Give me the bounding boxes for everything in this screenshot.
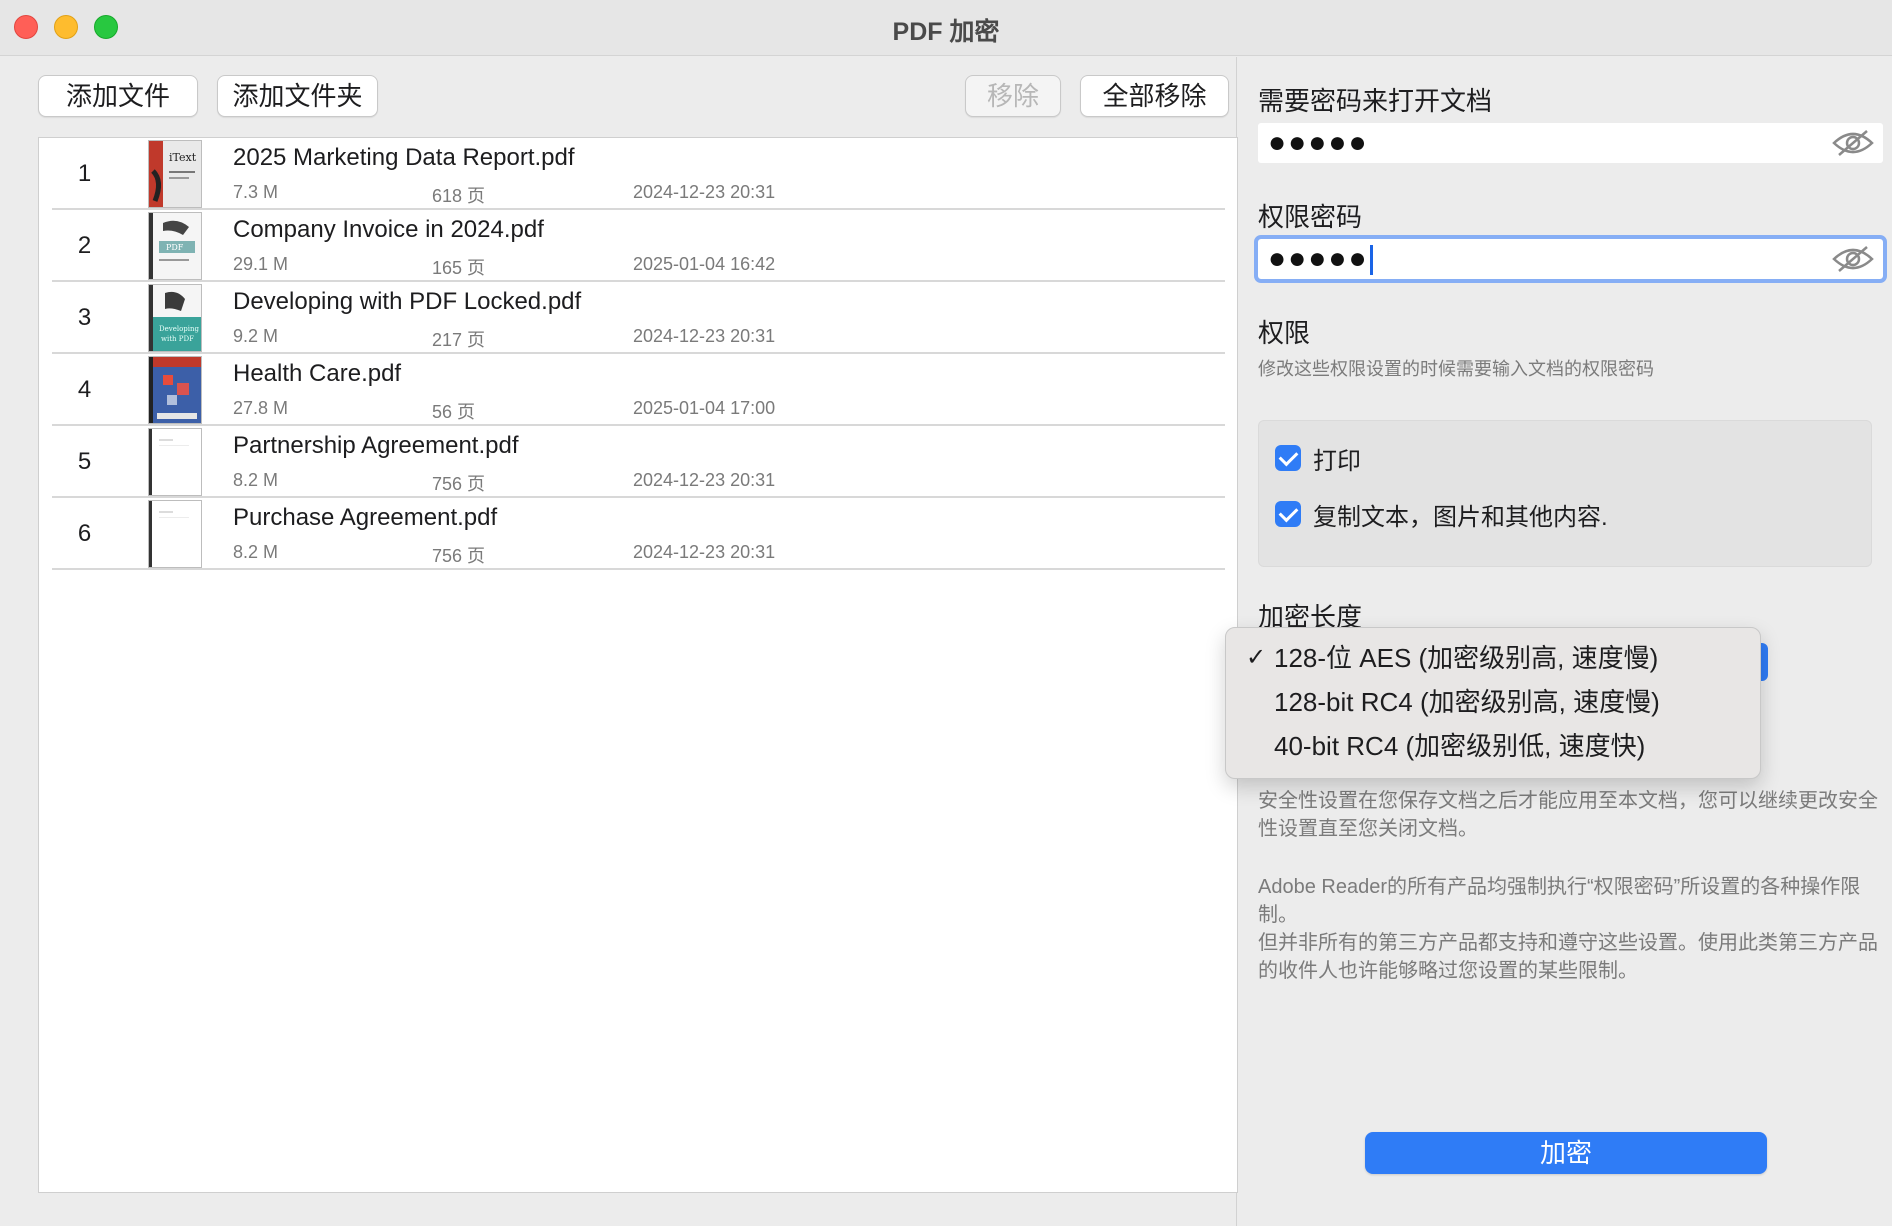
file-name: Health Care.pdf (233, 360, 402, 387)
menu-item-rc4-128[interactable]: 128-bit RC4 (加密级别高, 速度慢) (1226, 680, 1762, 724)
permission-password-label: 权限密码 (1258, 202, 1363, 232)
svg-text:with PDF: with PDF (161, 335, 194, 343)
list-item[interactable]: 2 PDF Company Invoice in 2024.pdf 29.1 M… (52, 210, 1225, 282)
window-title: PDF 加密 (892, 18, 1000, 46)
checkmark-icon: ✓ (1246, 644, 1267, 671)
file-name: Company Invoice in 2024.pdf (233, 216, 544, 243)
menu-item-label: 128-bit RC4 (加密级别高, 速度慢) (1274, 687, 1660, 717)
checkbox-checked-icon[interactable] (1275, 445, 1301, 471)
permissions-hint: 修改这些权限设置的时候需要输入文档的权限密码 (1258, 359, 1654, 379)
row-index: 1 (77, 160, 92, 187)
remove-button[interactable]: 移除 (965, 75, 1061, 117)
print-checkbox[interactable]: 打印 (1275, 443, 1361, 475)
file-name: 2025 Marketing Data Report.pdf (233, 144, 575, 171)
menu-item-rc4-40[interactable]: 40-bit RC4 (加密级别低, 速度快) (1226, 724, 1762, 768)
encryption-dropdown-menu[interactable]: ✓ 128-位 AES (加密级别高, 速度慢) 128-bit RC4 (加密… (1225, 627, 1761, 779)
remove-all-button[interactable]: 全部移除 (1080, 75, 1229, 117)
open-password-value: ●●●●● (1268, 126, 1369, 159)
encrypt-button[interactable]: 加密 (1365, 1132, 1767, 1174)
modified-date: 2024-12-23 20:31 (633, 182, 776, 202)
permission-password-value: ●●●●● (1268, 240, 1373, 278)
file-list[interactable]: 1 iText 2025 Marketing Data Report.pdf 7… (38, 137, 1238, 1193)
page-count: 756 页 (432, 474, 486, 494)
copy-label: 复制文本，图片和其他内容. (1313, 503, 1608, 531)
page-count: 618 页 (432, 186, 486, 206)
page-count: 217 页 (432, 330, 486, 350)
page-count: 756 页 (432, 546, 486, 566)
security-note: 安全性设置在您保存文档之后才能应用至本文档，您可以继续更改安全性设置直至您关闭文… (1258, 790, 1878, 840)
list-item[interactable]: 5 Partnership Agreement.pdf 8.2 M 756 页 … (52, 426, 1225, 498)
row-index: 4 (77, 376, 92, 403)
developing-pdf-book-thumbnail: Developing with PDF (148, 284, 202, 352)
list-item[interactable]: 4 Health Care.pdf 27.8 M 56 页 2025-01-04… (52, 354, 1225, 426)
checkbox-checked-icon[interactable] (1275, 501, 1301, 527)
menu-item-label: 40-bit RC4 (加密级别低, 速度快) (1274, 731, 1646, 761)
print-label: 打印 (1313, 447, 1361, 475)
blank-document-thumbnail (148, 500, 202, 568)
modified-date: 2025-01-04 16:42 (633, 254, 776, 274)
app-window: PDF 加密 添加文件 添加文件夹 移除 全部移除 1 iText 2025 M… (0, 0, 1892, 1226)
eye-slash-icon[interactable] (1831, 129, 1875, 157)
modified-date: 2024-12-23 20:31 (633, 326, 776, 346)
menu-item-label: 128-位 AES (加密级别高, 速度慢) (1274, 643, 1659, 673)
row-index: 2 (77, 232, 92, 259)
modified-date: 2025-01-04 17:00 (633, 398, 776, 418)
file-size: 29.1 M (233, 254, 289, 274)
page-count: 56 页 (432, 402, 476, 422)
svg-text:Developing: Developing (159, 325, 200, 333)
list-item[interactable]: 6 Purchase Agreement.pdf 8.2 M 756 页 202… (52, 498, 1225, 570)
file-pane: 添加文件 添加文件夹 移除 全部移除 1 iText 2025 Marketin… (0, 57, 1238, 1226)
file-size: 7.3 M (233, 182, 279, 202)
open-password-label: 需要密码来打开文档 (1258, 86, 1493, 116)
file-name: Partnership Agreement.pdf (233, 432, 519, 459)
add-folder-button[interactable]: 添加文件夹 (217, 75, 378, 117)
page-count: 165 页 (432, 258, 486, 278)
svg-text:iText: iText (169, 151, 197, 164)
file-size: 9.2 M (233, 326, 279, 346)
text-caret (1369, 245, 1373, 276)
permissions-box: 打印 复制文本，图片和其他内容. (1258, 420, 1872, 567)
permission-password-dots: ●●●●● (1268, 242, 1369, 275)
adobe-note-2: 但并非所有的第三方产品都支持和遵守这些设置。使用此类第三方产品的收件人也许能够略… (1258, 932, 1878, 982)
row-index: 6 (77, 520, 92, 547)
file-size: 27.8 M (233, 398, 289, 418)
title-bar: PDF 加密 (0, 0, 1892, 56)
add-file-button[interactable]: 添加文件 (38, 75, 198, 117)
blank-document-thumbnail (148, 428, 202, 496)
pdf-book-thumbnail: PDF (148, 212, 202, 280)
adobe-note-1: Adobe Reader的所有产品均强制执行“权限密码”所设置的各种操作限制。 (1258, 876, 1861, 926)
list-item[interactable]: 1 iText 2025 Marketing Data Report.pdf 7… (52, 138, 1225, 210)
eye-slash-icon[interactable] (1831, 245, 1875, 273)
row-index: 3 (77, 304, 92, 331)
list-item[interactable]: 3 Developing with PDF Developing with PD… (52, 282, 1225, 354)
health-care-cover-thumbnail (148, 356, 202, 424)
permissions-heading: 权限 (1258, 318, 1311, 348)
file-size: 8.2 M (233, 542, 279, 562)
modified-date: 2024-12-23 20:31 (633, 542, 776, 562)
file-name: Developing with PDF Locked.pdf (233, 288, 582, 315)
itext-book-thumbnail: iText (148, 140, 202, 208)
svg-text:PDF: PDF (166, 243, 184, 252)
copy-checkbox[interactable]: 复制文本，图片和其他内容. (1275, 499, 1608, 531)
row-index: 5 (77, 448, 92, 475)
menu-item-aes-128[interactable]: ✓ 128-位 AES (加密级别高, 速度慢) (1226, 636, 1762, 680)
file-size: 8.2 M (233, 470, 279, 490)
open-password-field[interactable]: ●●●●● (1258, 123, 1883, 163)
file-name: Purchase Agreement.pdf (233, 504, 498, 531)
permission-password-field[interactable]: ●●●●● (1254, 235, 1887, 283)
modified-date: 2024-12-23 20:31 (633, 470, 776, 490)
